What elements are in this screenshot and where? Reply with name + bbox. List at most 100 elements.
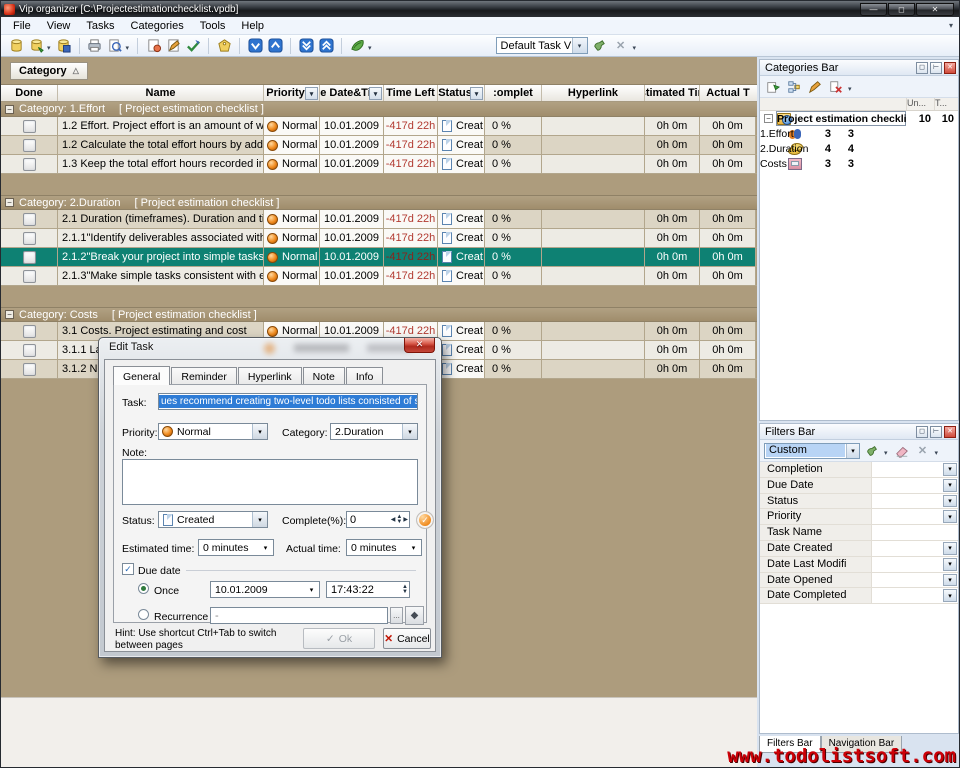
estimated-time-combo[interactable]: 0 minutes ▾ bbox=[198, 539, 274, 556]
ok-button[interactable]: ✓ Ok bbox=[303, 628, 375, 649]
category-tree-item[interactable]: 1.Effort33 bbox=[760, 126, 958, 141]
label-icon[interactable] bbox=[215, 37, 233, 55]
task-view-combo[interactable]: Default Task V ▾ bbox=[496, 37, 588, 54]
menu-file[interactable]: File bbox=[5, 18, 39, 34]
filter-dropdown-icon[interactable]: ▾ bbox=[943, 589, 957, 602]
task-checkbox[interactable] bbox=[23, 251, 36, 264]
column-complete[interactable]: :omplet bbox=[485, 85, 542, 101]
open-database-icon[interactable] bbox=[27, 37, 45, 55]
categories-minimize-icon[interactable]: ◻ bbox=[916, 62, 928, 74]
category-tree-item[interactable]: Costs33 bbox=[760, 156, 958, 171]
categories-pin-icon[interactable]: ⊢ bbox=[930, 62, 942, 74]
complete-down-icon[interactable]: ▼ bbox=[396, 520, 402, 525]
menu-tools[interactable]: Tools bbox=[192, 18, 234, 34]
clear-view-icon[interactable]: ✕ bbox=[612, 37, 630, 55]
clear-filter-icon[interactable] bbox=[893, 442, 911, 460]
filter-value[interactable] bbox=[872, 509, 942, 524]
filter-dropdown-icon[interactable]: ▾ bbox=[943, 510, 957, 523]
filter-value[interactable] bbox=[872, 588, 942, 603]
complete-left-icon[interactable]: ◀ bbox=[391, 516, 396, 523]
new-task-icon[interactable] bbox=[144, 37, 162, 55]
filters-minimize-icon[interactable]: ◻ bbox=[916, 426, 928, 438]
recurrence-browse-button[interactable]: ... bbox=[390, 607, 403, 624]
delete-category-icon[interactable] bbox=[827, 78, 845, 96]
collapse-group-icon[interactable]: − bbox=[5, 198, 14, 207]
collapse-group-icon[interactable]: − bbox=[5, 105, 14, 114]
categories-close-icon[interactable]: ✕ bbox=[944, 62, 956, 74]
column-hyperlink[interactable]: Hyperlink bbox=[542, 85, 645, 101]
collapse-group-icon[interactable]: − bbox=[5, 310, 14, 319]
complete-right-icon[interactable]: ▶ bbox=[403, 516, 408, 523]
filter-dropdown-icon[interactable]: ▾ bbox=[943, 463, 957, 476]
filter-value[interactable] bbox=[872, 557, 942, 572]
recurrence-radio[interactable] bbox=[138, 609, 149, 620]
filters-close-icon[interactable]: ✕ bbox=[944, 426, 956, 438]
task-checkbox[interactable] bbox=[23, 213, 36, 226]
move-up-icon[interactable] bbox=[266, 37, 284, 55]
delete-filter-icon[interactable]: ✕ bbox=[914, 442, 932, 460]
task-checkbox[interactable] bbox=[23, 158, 36, 171]
task-row[interactable]: 2.1.3"Make simple tasks consistent with … bbox=[1, 267, 757, 286]
view-mode-icon[interactable] bbox=[348, 37, 366, 55]
category-tree-item[interactable]: −Project estimation checkli1010 bbox=[760, 111, 958, 126]
apply-filter-dropdown-icon[interactable]: ▾ bbox=[884, 449, 888, 457]
cancel-button[interactable]: ✕ Cancel bbox=[383, 628, 431, 649]
filter-dropdown-icon[interactable]: ▾ bbox=[943, 558, 957, 571]
collapse-all-icon[interactable] bbox=[317, 37, 335, 55]
complete-apply-icon[interactable]: ✓ bbox=[416, 511, 434, 529]
dialog-close-button[interactable]: ✕ bbox=[404, 338, 435, 353]
menu-tasks[interactable]: Tasks bbox=[78, 18, 122, 34]
print-icon[interactable] bbox=[86, 37, 104, 55]
due-time-input[interactable]: 17:43:22 ▲▼ bbox=[326, 581, 410, 598]
group-header[interactable]: −Category: 2.Duration[ Project estimatio… bbox=[1, 195, 757, 210]
filter-preset-combo[interactable]: Custom ▾ bbox=[764, 443, 860, 459]
priority-dropdown-icon[interactable]: ▾ bbox=[252, 424, 267, 439]
column-time-left[interactable]: Time Left bbox=[384, 85, 438, 101]
task-checkbox[interactable] bbox=[23, 325, 36, 338]
menu-view[interactable]: View bbox=[39, 18, 79, 34]
filter-dropdown-icon[interactable]: ▾ bbox=[943, 479, 957, 492]
task-row[interactable]: 1.2 Calculate the total effort hours by … bbox=[1, 136, 757, 155]
estimated-dropdown-icon[interactable]: ▾ bbox=[258, 540, 273, 555]
priority-filter-icon[interactable]: ▾ bbox=[305, 87, 318, 100]
due-date-checkbox[interactable]: ✓ bbox=[122, 563, 134, 575]
task-checkbox[interactable] bbox=[23, 270, 36, 283]
actual-time-combo[interactable]: 0 minutes ▾ bbox=[346, 539, 422, 556]
edit-category-icon[interactable] bbox=[806, 78, 824, 96]
open-dropdown-icon[interactable]: ▾ bbox=[47, 44, 51, 52]
column-actual-time[interactable]: Actual T bbox=[700, 85, 756, 101]
menu-help[interactable]: Help bbox=[233, 18, 272, 34]
save-database-icon[interactable] bbox=[55, 37, 73, 55]
print-preview-icon[interactable] bbox=[106, 37, 124, 55]
restore-button[interactable]: ◻ bbox=[888, 3, 915, 16]
task-row[interactable]: 2.1.2"Break your project into simple tas… bbox=[1, 248, 757, 267]
filter-dropdown-icon[interactable]: ▾ bbox=[943, 574, 957, 587]
expand-all-icon[interactable] bbox=[297, 37, 315, 55]
task-checkbox[interactable] bbox=[23, 363, 36, 376]
note-textarea[interactable] bbox=[122, 459, 418, 505]
status-filter-icon[interactable]: ▾ bbox=[470, 87, 483, 100]
column-due-date[interactable]: e Date&Ti▾ bbox=[320, 85, 384, 101]
move-down-icon[interactable] bbox=[246, 37, 264, 55]
new-todo-list-icon[interactable] bbox=[764, 78, 782, 96]
filter-value[interactable] bbox=[872, 478, 942, 493]
once-radio[interactable] bbox=[138, 583, 149, 594]
filter-value[interactable] bbox=[872, 525, 958, 540]
task-row[interactable]: 1.3 Keep the total effort hours recorded… bbox=[1, 155, 757, 174]
task-input[interactable]: ues recommend creating two-level todo li… bbox=[158, 393, 418, 410]
task-row[interactable]: 2.1 Duration (timeframes). Duration and … bbox=[1, 210, 757, 229]
actual-dropdown-icon[interactable]: ▾ bbox=[406, 540, 421, 555]
column-name[interactable]: Name bbox=[58, 85, 264, 101]
column-estimated-time[interactable]: stimated Tin bbox=[645, 85, 700, 101]
column-total[interactable]: T... bbox=[934, 98, 958, 110]
apply-view-icon[interactable] bbox=[591, 37, 609, 55]
category-combo[interactable]: 2.Duration ▾ bbox=[330, 423, 418, 440]
collapse-tree-icon[interactable]: − bbox=[764, 114, 773, 123]
status-dropdown-icon[interactable]: ▾ bbox=[252, 512, 267, 527]
status-combo[interactable]: Created ▾ bbox=[158, 511, 268, 528]
complete-input[interactable]: 0 ◀ ▲▼ ▶ bbox=[346, 511, 410, 528]
recurrence-input[interactable]: - bbox=[210, 607, 388, 624]
time-down-icon[interactable]: ▼ bbox=[402, 590, 408, 595]
edit-task-icon[interactable] bbox=[164, 37, 182, 55]
view-dropdown-icon[interactable]: ▾ bbox=[368, 44, 372, 52]
